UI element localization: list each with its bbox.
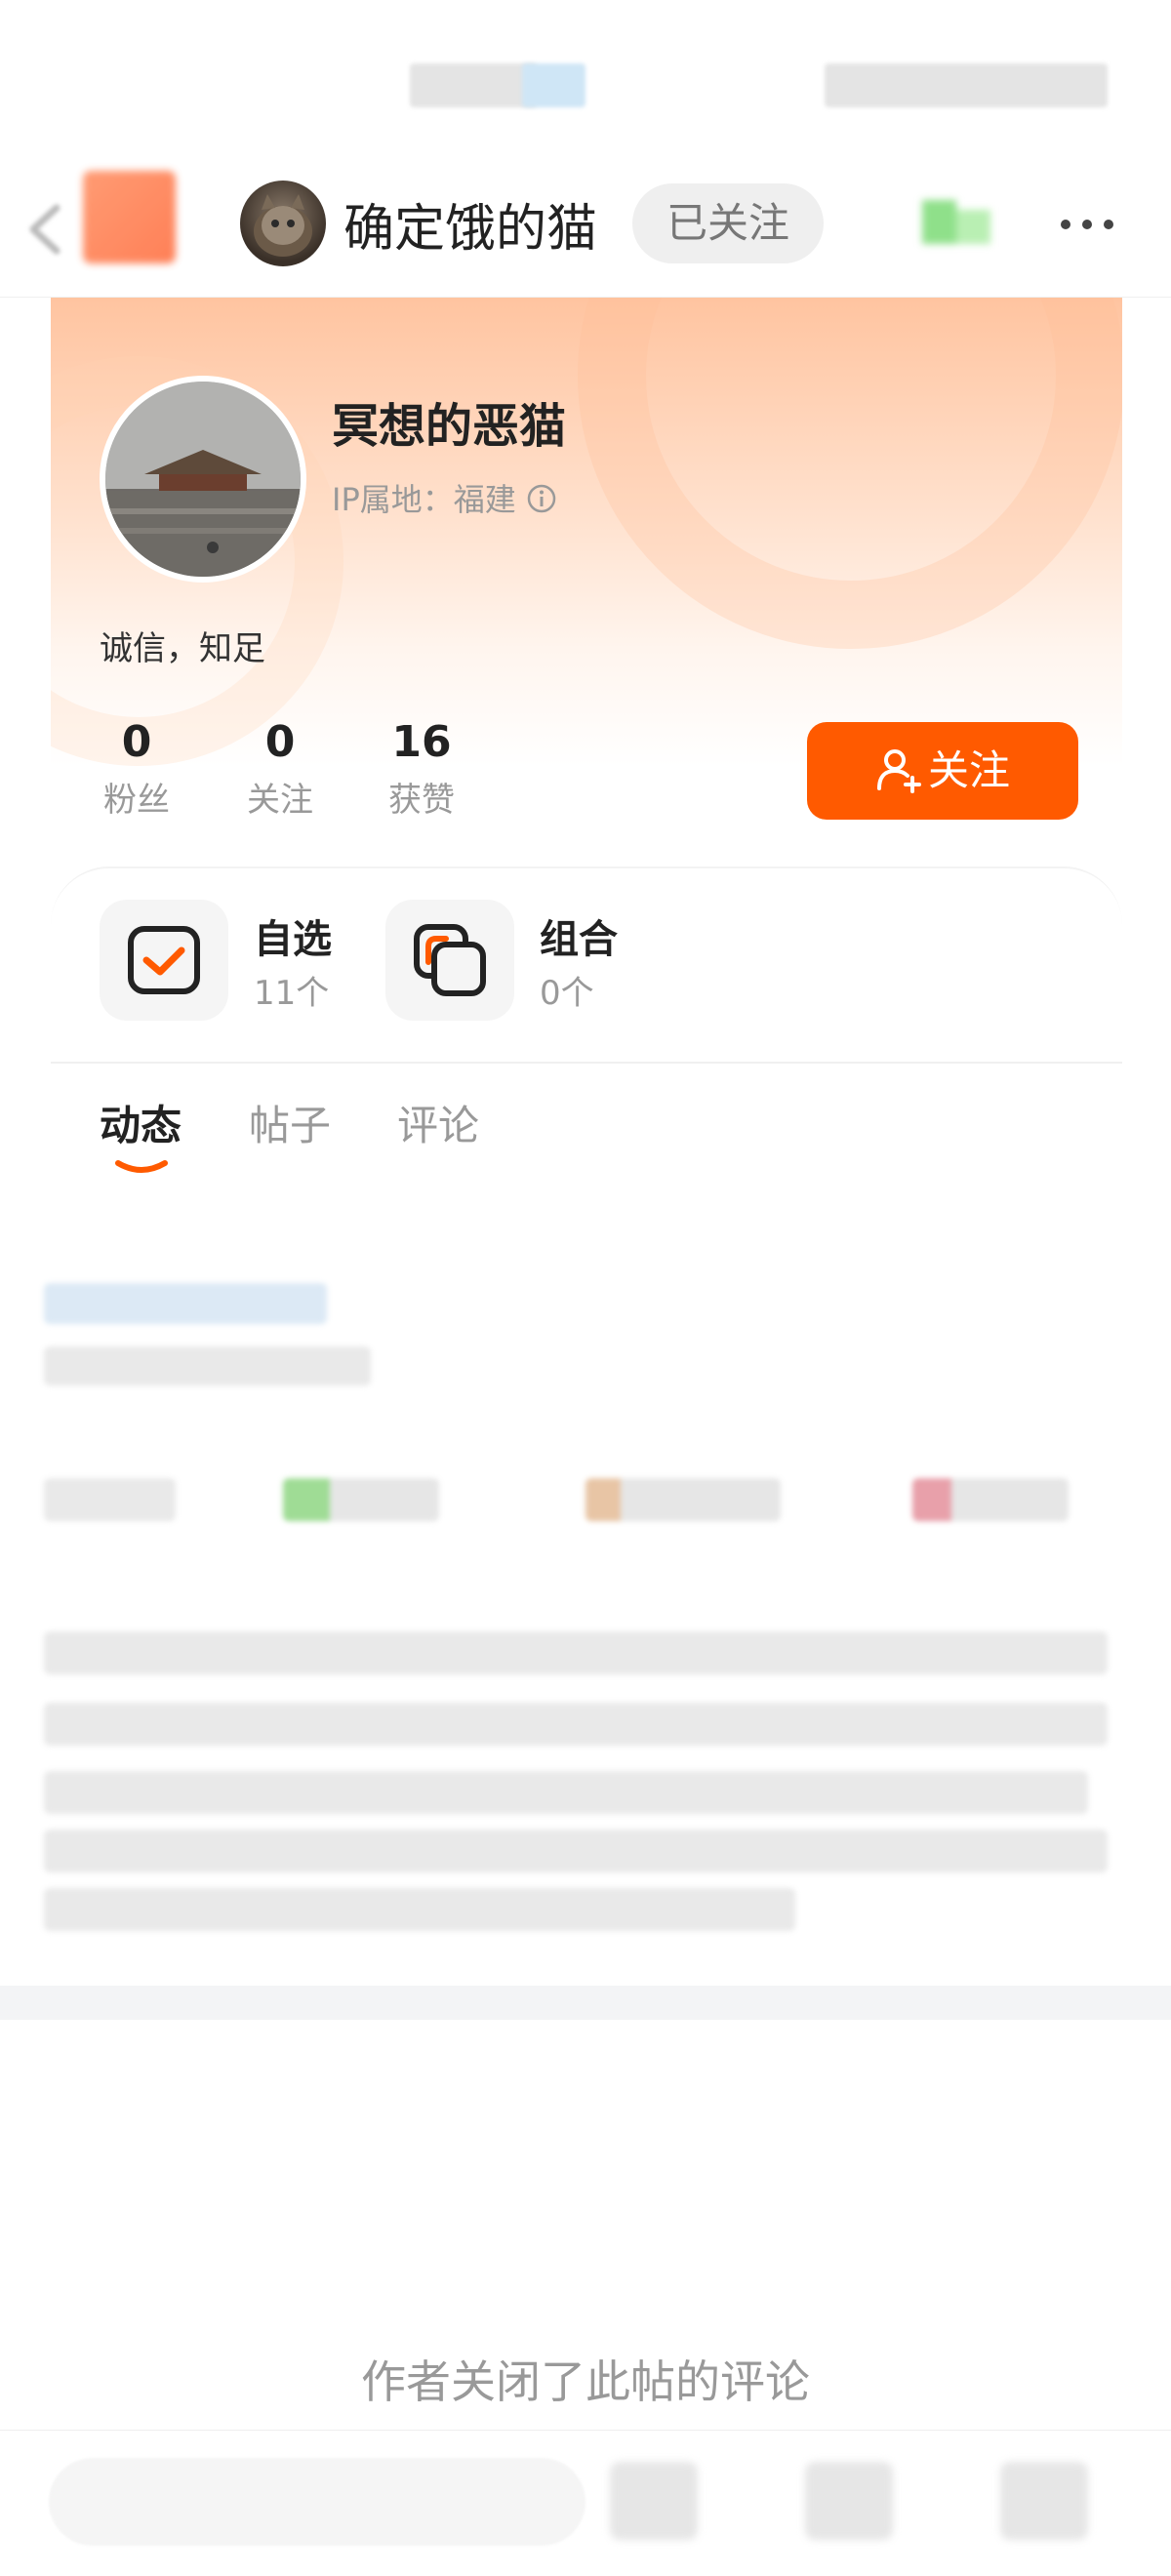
author-avatar[interactable] bbox=[240, 181, 326, 266]
follow-button[interactable]: 关注 bbox=[807, 722, 1078, 820]
stat-value: 0 bbox=[121, 717, 152, 767]
ip-location-text: IP属地：福建 bbox=[332, 481, 516, 518]
followed-button[interactable]: 已关注 bbox=[632, 183, 824, 263]
comments-closed-notice: 作者关闭了此帖的评论 bbox=[361, 2355, 810, 2408]
palace-photo-icon bbox=[105, 382, 301, 577]
watchlist-icon-box bbox=[100, 900, 228, 1021]
overlap-squares-icon bbox=[414, 924, 486, 996]
post-tag-blur bbox=[912, 1478, 1069, 1521]
active-tab-indicator bbox=[115, 1160, 168, 1173]
post-text-blur bbox=[44, 1771, 1088, 1814]
profile-bio: 诚信，知足 bbox=[100, 629, 265, 668]
stat-likes[interactable]: 16 获赞 bbox=[363, 717, 480, 821]
watchlist-title: 自选 bbox=[254, 917, 332, 962]
post-text-blur bbox=[44, 1888, 795, 1931]
decorative-circle bbox=[578, 298, 1122, 649]
stat-label: 关注 bbox=[247, 781, 313, 820]
post-text-blur bbox=[44, 1631, 1108, 1674]
watchlist-count: 11个 bbox=[254, 974, 330, 1013]
top-nav-bar: 确定饿的猫 已关注 bbox=[0, 166, 1171, 298]
like-icon[interactable] bbox=[1000, 2462, 1088, 2540]
profile-name: 冥想的恶猫 bbox=[332, 399, 567, 454]
tab-posts[interactable]: 帖子 bbox=[249, 1093, 331, 1152]
stat-label: 粉丝 bbox=[103, 781, 170, 820]
more-options-icon[interactable] bbox=[1056, 205, 1118, 244]
post-tag-blur bbox=[283, 1478, 439, 1521]
tab-activity[interactable]: 动态 bbox=[100, 1093, 182, 1152]
portfolio-item[interactable]: 组合 0个 bbox=[385, 900, 639, 1026]
post-text-blur bbox=[44, 1830, 1108, 1872]
post-meta-blur bbox=[44, 1283, 327, 1324]
portfolio-icon-box bbox=[385, 900, 514, 1021]
share-icon[interactable] bbox=[912, 190, 1000, 254]
add-user-icon bbox=[876, 749, 921, 793]
collect-icon[interactable] bbox=[805, 2462, 893, 2540]
follow-button-label: 关注 bbox=[927, 746, 1010, 794]
checkbox-icon bbox=[128, 926, 200, 994]
comment-input[interactable] bbox=[49, 2458, 586, 2546]
profile-card: 冥想的恶猫 IP属地：福建 诚信，知足 0 粉丝 0 关注 16 获赞 关注 bbox=[51, 298, 1122, 883]
profile-avatar[interactable] bbox=[100, 376, 306, 583]
stat-following[interactable]: 0 关注 bbox=[222, 717, 339, 821]
stat-value: 0 bbox=[264, 717, 296, 767]
info-icon[interactable] bbox=[526, 483, 557, 514]
stat-fans[interactable]: 0 粉丝 bbox=[78, 717, 195, 821]
post-tag-blur bbox=[586, 1478, 781, 1521]
post-text-blur bbox=[44, 1703, 1108, 1746]
author-name[interactable]: 确定饿的猫 bbox=[343, 187, 597, 261]
status-bar bbox=[0, 0, 1171, 166]
portfolio-title: 组合 bbox=[540, 917, 618, 962]
ip-location: IP属地：福建 bbox=[332, 475, 557, 520]
status-icons-blur bbox=[825, 63, 1108, 107]
share-icon[interactable] bbox=[610, 2462, 698, 2540]
post-tag-blur bbox=[44, 1478, 176, 1521]
status-time-blur-2 bbox=[522, 63, 586, 107]
back-arrow-icon[interactable] bbox=[21, 200, 68, 259]
section-gap bbox=[0, 1986, 1171, 2020]
status-time-blur bbox=[410, 63, 537, 107]
watchlist-item[interactable]: 自选 11个 bbox=[100, 900, 353, 1026]
portfolio-section: 自选 11个 组合 0个 bbox=[51, 866, 1122, 1062]
cat-photo-icon bbox=[254, 194, 312, 257]
app-logo-blur bbox=[83, 171, 176, 263]
tab-comments[interactable]: 评论 bbox=[397, 1093, 479, 1152]
post-time-blur bbox=[44, 1347, 371, 1386]
bottom-action-bar bbox=[0, 2430, 1171, 2576]
stat-value: 16 bbox=[391, 717, 452, 767]
portfolio-count: 0个 bbox=[540, 974, 594, 1013]
section-divider bbox=[51, 1062, 1122, 1064]
stat-label: 获赞 bbox=[388, 781, 455, 820]
